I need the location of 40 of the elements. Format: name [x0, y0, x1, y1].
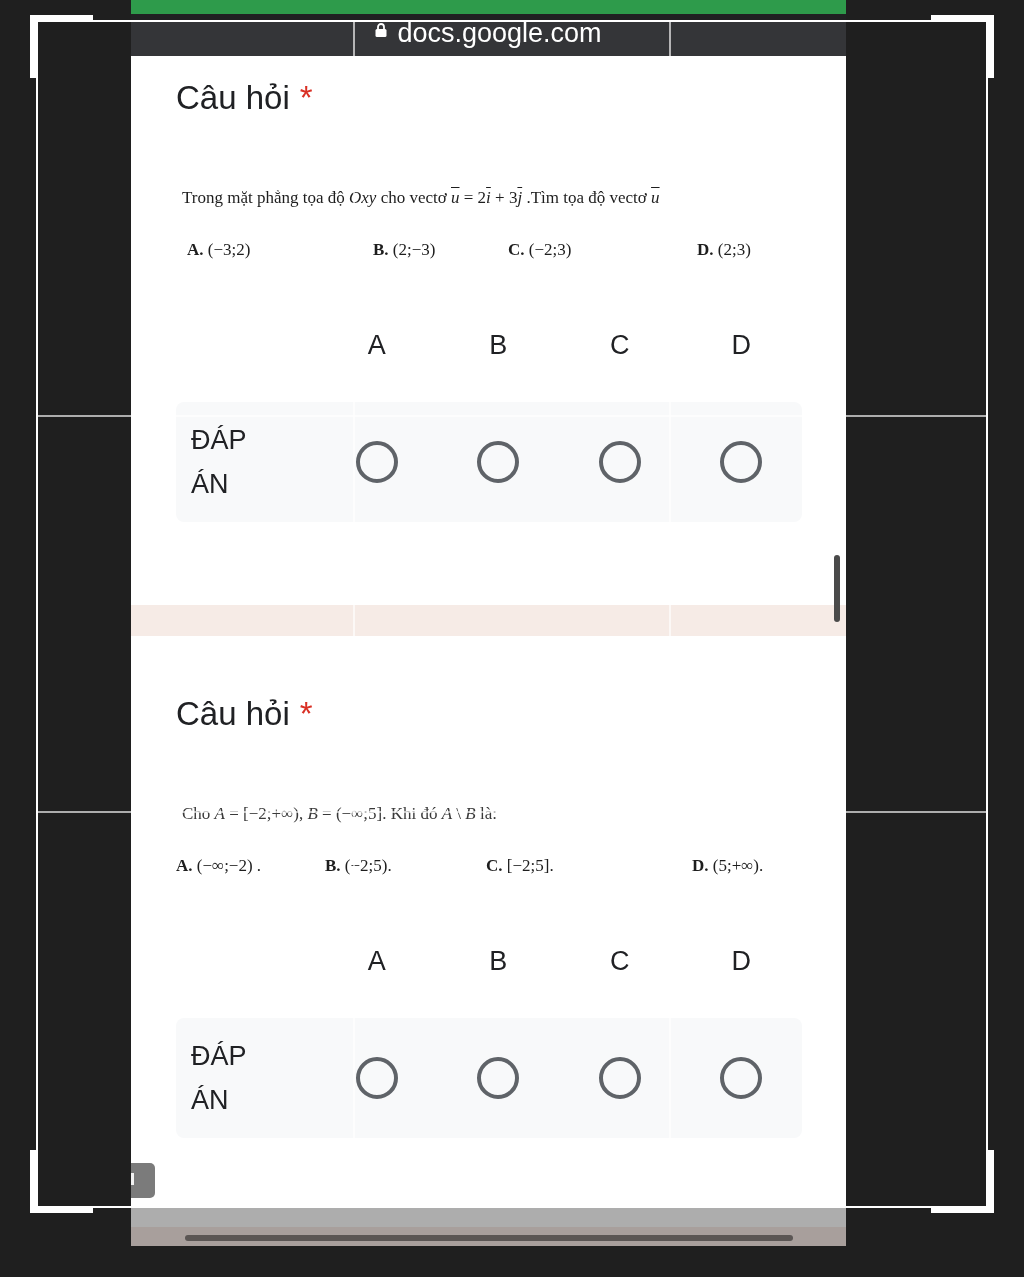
grid-column-label: B [489, 329, 508, 362]
radio-button[interactable] [477, 1057, 520, 1099]
crop-corner-handle[interactable] [931, 1150, 994, 1213]
grid-column-label: B [489, 945, 508, 978]
crop-corner-handle[interactable] [30, 1150, 93, 1213]
answer-option: C. [−2;5]. [486, 854, 554, 878]
grid-column-label: C [610, 945, 630, 978]
radio-button[interactable] [720, 441, 763, 483]
radio-button[interactable] [355, 1057, 398, 1099]
scrollbar-thumb[interactable] [834, 555, 840, 622]
question-text: Cho A = [−2;+∞), B = (−∞;5]. Khi đó A \ B là: [182, 803, 498, 825]
grid-column-label: A [367, 329, 386, 362]
radio-button[interactable] [598, 1057, 641, 1099]
lock-icon [375, 23, 388, 37]
side-tab-icon[interactable] [131, 1163, 155, 1198]
crop-corner-handle[interactable] [931, 15, 994, 78]
crop-corner-handle[interactable] [30, 15, 93, 78]
question-title: Câu hỏi [176, 694, 290, 734]
grid-column-label: A [367, 945, 386, 978]
answer-option: D. (5;+∞). [692, 854, 764, 878]
question-text: Trong mặt phẳng tọa độ Oxy cho vectơ u = 2i + 3j .Tìm tọa độ vectơ u [182, 187, 661, 209]
answer-option: B. (2;−3) [373, 238, 436, 262]
required-asterisk: * [299, 78, 313, 118]
answer-option: D. (2;3) [697, 238, 751, 262]
radio-button[interactable] [598, 441, 641, 483]
answer-option: B. (−2;5). [325, 854, 392, 878]
grid-column-label: D [731, 329, 751, 362]
answer-option: C. (−2;3) [508, 238, 572, 262]
radio-button[interactable] [720, 1057, 763, 1099]
answer-option: A. (−∞;−2) . [176, 854, 262, 878]
grid-column-label: C [610, 329, 630, 362]
answer-option: A. (−3;2) [187, 238, 251, 262]
row-label: ĐÁP ÁN [191, 1040, 247, 1117]
row-label: ĐÁP ÁN [191, 424, 247, 501]
address-bar[interactable]: docs.google.com [131, 20, 846, 56]
grid-column-label: D [731, 945, 751, 978]
radio-button[interactable] [477, 441, 520, 483]
question-title: Câu hỏi [176, 78, 290, 118]
required-asterisk: * [299, 694, 313, 734]
radio-button[interactable] [355, 441, 398, 483]
